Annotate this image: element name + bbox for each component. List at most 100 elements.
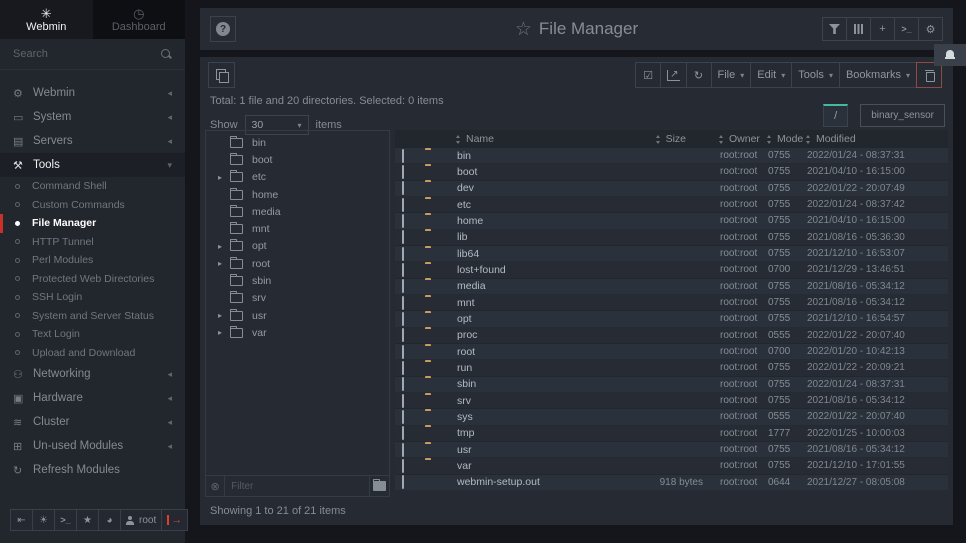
row-checkbox[interactable] xyxy=(402,426,404,440)
sidebar-category[interactable]: ⚙ Webmin ◂ xyxy=(0,81,185,105)
table-row[interactable]: media root:root 0755 2021/08/16 - 05:34:… xyxy=(395,279,948,295)
row-checkbox[interactable] xyxy=(402,361,404,375)
file-name[interactable]: tmp xyxy=(447,427,595,439)
row-checkbox[interactable] xyxy=(402,328,404,342)
tree-item[interactable]: ▸ bin xyxy=(206,134,389,151)
expand-arrow-icon[interactable]: ▸ xyxy=(213,173,227,182)
sidebar-category[interactable]: ≋ Cluster ◂ xyxy=(0,410,185,434)
tree-item[interactable]: ▸ usr xyxy=(206,307,389,324)
tree-item[interactable]: ▸ media xyxy=(206,203,389,220)
file-name[interactable]: var xyxy=(447,460,595,472)
row-checkbox[interactable] xyxy=(402,279,404,293)
table-row[interactable]: var root:root 0755 2021/12/10 - 17:01:55 xyxy=(395,458,948,474)
table-row[interactable]: bin root:root 0755 2022/01/24 - 08:37:31 xyxy=(395,148,948,164)
select-all-button[interactable]: ☑ xyxy=(635,62,661,88)
file-name[interactable]: dev xyxy=(447,182,595,194)
file-name[interactable]: run xyxy=(447,362,595,374)
row-checkbox[interactable] xyxy=(402,181,404,195)
sidebar-category[interactable]: ⊞ Un-used Modules ◂ xyxy=(0,434,185,458)
table-row[interactable]: sys root:root 0555 2022/01/22 - 20:07:40 xyxy=(395,409,948,425)
file-name[interactable]: webmin-setup.out xyxy=(447,476,595,488)
tab-dashboard[interactable]: ◷ Dashboard xyxy=(93,0,186,39)
sidebar-item[interactable]: SSH Login xyxy=(0,288,185,307)
sidebar-category[interactable]: ▣ Hardware ◂ xyxy=(0,386,185,410)
file-name[interactable]: srv xyxy=(447,395,595,407)
sidebar-item[interactable]: Upload and Download xyxy=(0,344,185,363)
collapse-sidebar-button[interactable]: ⇤ xyxy=(10,509,33,531)
notifications-tab[interactable] xyxy=(934,44,966,66)
table-row[interactable]: webmin-setup.out 918 bytes root:root 064… xyxy=(395,475,948,491)
table-row[interactable]: home root:root 0755 2021/04/10 - 16:15:0… xyxy=(395,213,948,229)
sidebar-category[interactable]: ▤ Servers ◂ xyxy=(0,129,185,153)
sidebar-item[interactable]: Custom Commands xyxy=(0,196,185,215)
tree-item[interactable]: ▸ var xyxy=(206,324,389,341)
sidebar-item[interactable]: Command Shell xyxy=(0,177,185,196)
toolbar-menu-button[interactable]: File ▾ xyxy=(711,62,752,88)
tab-webmin[interactable]: ✳ Webmin xyxy=(0,0,93,39)
table-row[interactable]: lib64 root:root 0755 2021/12/10 - 16:53:… xyxy=(395,246,948,262)
breadcrumb-chip[interactable]: binary_sensor xyxy=(860,104,945,127)
tree-item[interactable]: ▸ sbin xyxy=(206,272,389,289)
expand-arrow-icon[interactable]: ▸ xyxy=(213,328,227,337)
row-checkbox[interactable] xyxy=(402,394,404,408)
file-name[interactable]: sbin xyxy=(447,378,595,390)
sidebar-item[interactable]: HTTP Tunnel xyxy=(0,233,185,252)
table-row[interactable]: lib root:root 0755 2021/08/16 - 05:36:30 xyxy=(395,230,948,246)
file-name[interactable]: etc xyxy=(447,199,595,211)
table-row[interactable]: srv root:root 0755 2021/08/16 - 05:34:12 xyxy=(395,393,948,409)
file-name[interactable]: lib64 xyxy=(447,248,595,260)
row-checkbox[interactable] xyxy=(402,312,404,326)
toolbar-menu-button[interactable]: Edit ▾ xyxy=(750,62,792,88)
row-checkbox[interactable] xyxy=(402,165,404,179)
favorite-star-icon[interactable]: ☆ xyxy=(515,18,532,41)
copy-path-button[interactable] xyxy=(208,62,235,88)
row-checkbox[interactable] xyxy=(402,263,404,277)
table-row[interactable]: usr root:root 0755 2021/08/16 - 05:34:12 xyxy=(395,442,948,458)
column-header-owner[interactable]: Owner xyxy=(710,133,765,145)
row-checkbox[interactable] xyxy=(402,198,404,212)
tree-filter-input[interactable] xyxy=(224,476,369,496)
sidebar-item[interactable]: System and Server Status xyxy=(0,307,185,326)
palette-button[interactable]: ◕ xyxy=(98,509,121,531)
terminal-button[interactable]: >_ xyxy=(54,509,77,531)
row-checkbox[interactable] xyxy=(402,459,404,473)
row-checkbox[interactable] xyxy=(402,214,404,228)
table-row[interactable]: opt root:root 0755 2021/12/10 - 16:54:57 xyxy=(395,311,948,327)
user-button[interactable]: root xyxy=(120,509,162,531)
sidebar-item[interactable]: File Manager xyxy=(0,214,185,233)
file-name[interactable]: boot xyxy=(447,166,595,178)
tree-item[interactable]: ▸ root xyxy=(206,255,389,272)
column-header-size[interactable]: Size xyxy=(595,133,710,145)
file-name[interactable]: usr xyxy=(447,444,595,456)
help-button[interactable]: ? xyxy=(210,16,236,42)
toolbar-menu-button[interactable]: Tools ▾ xyxy=(791,62,840,88)
row-checkbox[interactable] xyxy=(402,443,404,457)
sidebar-item[interactable]: Text Login xyxy=(0,325,185,344)
sidebar-item[interactable]: Protected Web Directories xyxy=(0,270,185,289)
sidebar-category[interactable]: ▭ System ◂ xyxy=(0,105,185,129)
tree-item[interactable]: ▸ boot xyxy=(206,151,389,168)
breadcrumb-root-button[interactable]: / xyxy=(823,104,848,127)
tree-directories-button[interactable] xyxy=(369,476,389,496)
clear-filter-icon[interactable]: ⊗ xyxy=(206,480,224,493)
file-name[interactable]: opt xyxy=(447,313,595,325)
table-row[interactable]: root root:root 0700 2022/01/20 - 10:42:1… xyxy=(395,344,948,360)
file-name[interactable]: lost+found xyxy=(447,264,595,276)
table-row[interactable]: sbin root:root 0755 2022/01/24 - 08:37:3… xyxy=(395,377,948,393)
table-row[interactable]: proc root:root 0555 2022/01/22 - 20:07:4… xyxy=(395,328,948,344)
table-row[interactable]: etc root:root 0755 2022/01/24 - 08:37:42 xyxy=(395,197,948,213)
tree-item[interactable]: ▸ srv xyxy=(206,290,389,307)
table-row[interactable]: lost+found root:root 0700 2021/12/29 - 1… xyxy=(395,262,948,278)
tree-item[interactable]: ▸ home xyxy=(206,186,389,203)
file-name[interactable]: sys xyxy=(447,411,595,423)
sidebar-category[interactable]: ⚇ Networking ◂ xyxy=(0,362,185,386)
expand-arrow-icon[interactable]: ▸ xyxy=(213,311,227,320)
table-row[interactable]: boot root:root 0755 2021/04/10 - 16:15:0… xyxy=(395,164,948,180)
favorites-button[interactable]: ★ xyxy=(76,509,99,531)
sidebar-category[interactable]: ↻ Refresh Modules ◂ xyxy=(0,458,185,482)
refresh-button[interactable]: ↻ xyxy=(686,62,712,88)
table-row[interactable]: mnt root:root 0755 2021/08/16 - 05:34:12 xyxy=(395,295,948,311)
tree-item[interactable]: ▸ etc xyxy=(206,169,389,186)
logout-button[interactable]: → xyxy=(161,509,188,531)
file-name[interactable]: bin xyxy=(447,150,595,162)
